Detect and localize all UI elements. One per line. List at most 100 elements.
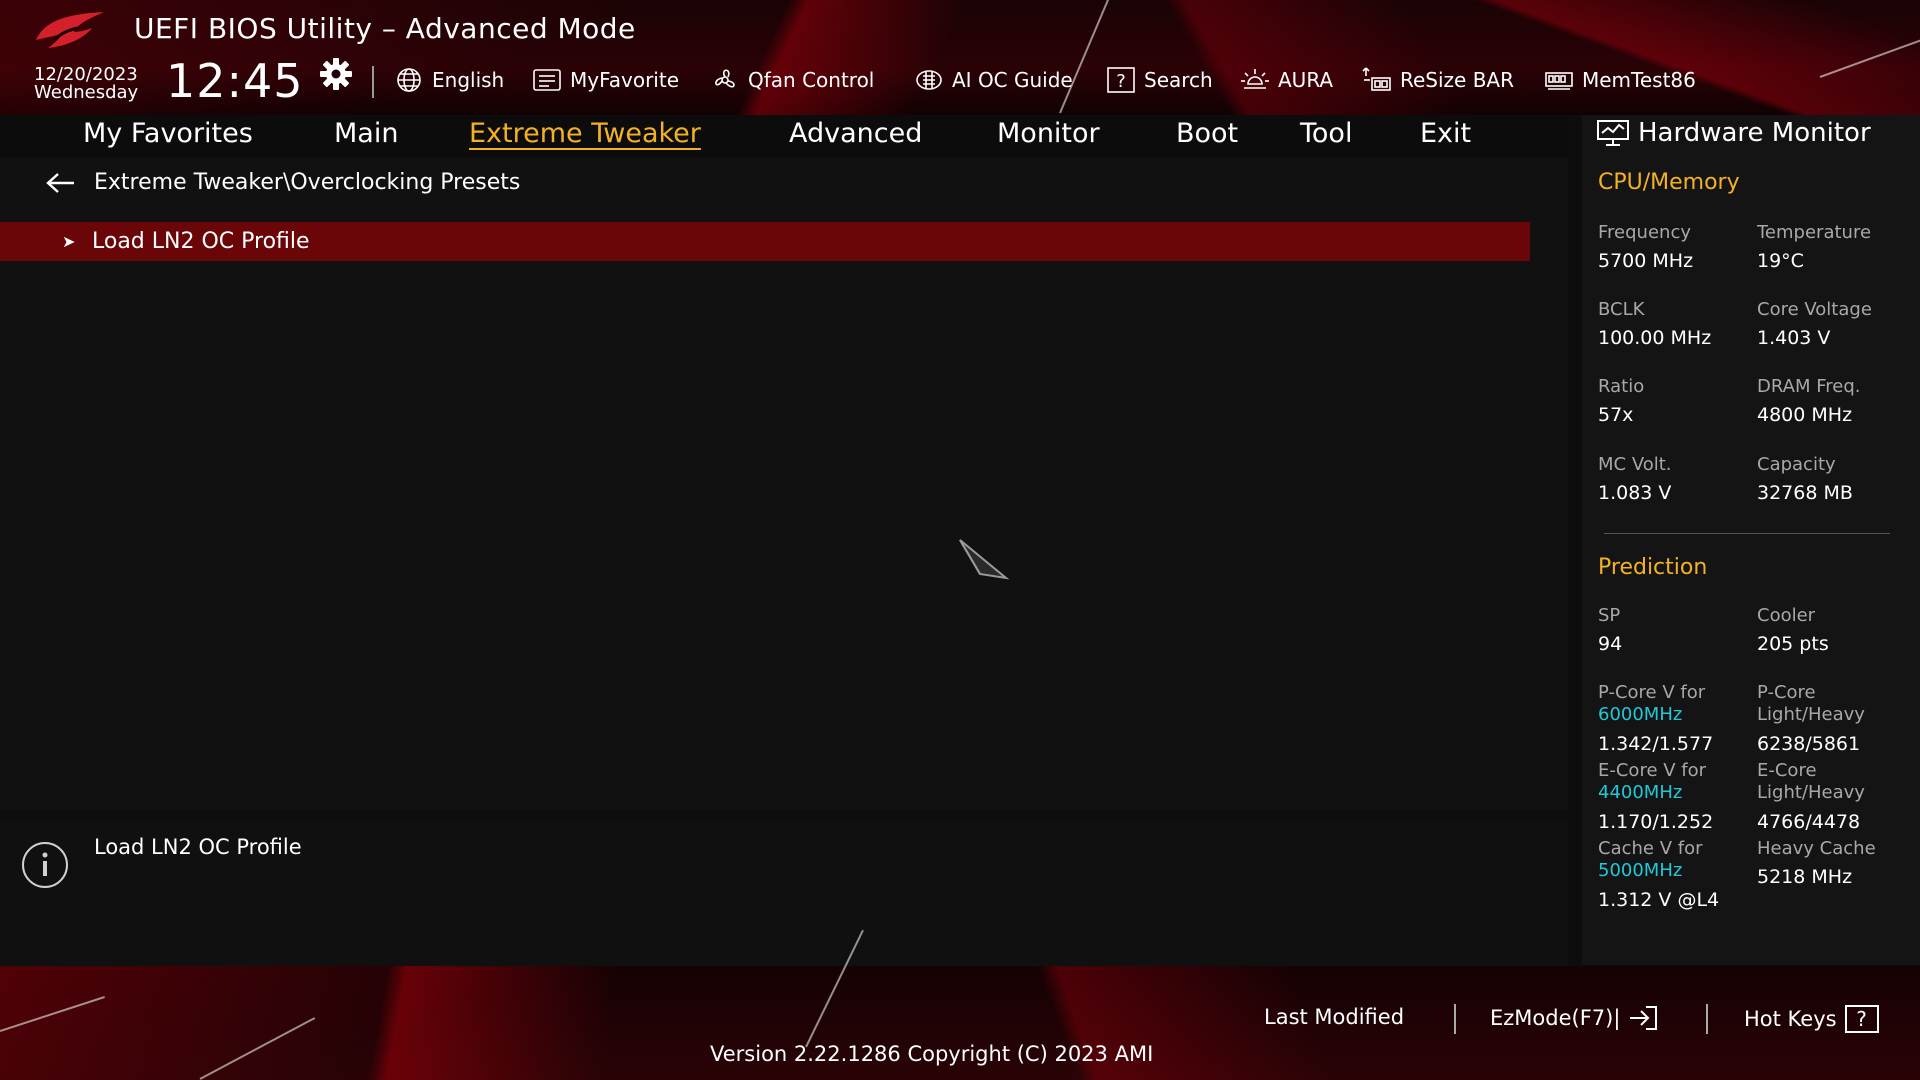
tab-tool[interactable]: Tool [1300,118,1352,149]
heavy-cache-value: 5218 MHz [1757,866,1853,888]
core-voltage-value: 1.403 V [1757,327,1831,349]
resize-bar-icon [1362,67,1391,91]
temperature-label: Temperature [1757,222,1872,243]
memory-module-icon [1545,72,1573,90]
menu-item-label: Load LN2 OC Profile [92,229,310,254]
page-title: UEFI BIOS Utility – Advanced Mode [134,12,636,45]
clock[interactable]: 12:45 [166,56,304,106]
section-divider [1604,533,1890,534]
tool-myfavorite[interactable]: MyFavorite [532,64,679,96]
tool-qfan-control[interactable]: Qfan Control [710,64,874,96]
ecore-light-heavy-value: 4766/4478 [1757,811,1861,833]
capacity-label: Capacity [1757,454,1836,475]
tab-my-favorites[interactable]: My Favorites [83,118,253,149]
pcore-label-line1: P-Core [1757,682,1816,703]
sp-value: 94 [1598,633,1623,655]
breadcrumb: Extreme Tweaker\Overclocking Presets [44,170,520,195]
hardware-monitor-title: Hardware Monitor [1596,118,1871,148]
tool-search[interactable]: ? Search [1106,64,1213,96]
help-description: Load LN2 OC Profile [94,835,302,859]
bclk-label: BCLK [1598,299,1645,320]
ecore-v-label: E-Core V for 4400MHz [1598,760,1706,804]
weekday-text: Wednesday [34,82,139,103]
tab-extreme-tweaker[interactable]: Extreme Tweaker [469,118,701,149]
ai-chip-icon [916,70,942,90]
frequency-label: Frequency [1598,222,1691,243]
question-box-icon: ? [1844,1005,1879,1033]
tab-boot[interactable]: Boot [1176,118,1238,149]
svg-text:?: ? [1116,71,1126,92]
tab-main[interactable]: Main [334,118,398,149]
last-modified-button[interactable]: Last Modified [1264,1005,1404,1029]
pcore-v-frequency: 6000MHz [1598,704,1683,725]
breadcrumb-path: Extreme Tweaker\Overclocking Presets [94,170,521,195]
mc-volt-label: MC Volt. [1598,454,1672,475]
tool-aura[interactable]: AURA [1240,64,1333,96]
tab-exit[interactable]: Exit [1420,118,1471,149]
tab-advanced[interactable]: Advanced [789,118,922,149]
tab-monitor[interactable]: Monitor [997,118,1100,149]
cooler-label: Cooler [1757,605,1816,626]
globe-icon [397,68,421,92]
pcore-v-value: 1.342/1.577 [1598,733,1714,755]
version-text: Version 2.22.1286 Copyright (C) 2023 AMI [710,1042,1154,1066]
tool-memtest86[interactable]: MemTest86 [1544,64,1696,96]
cache-v-frequency: 5000MHz [1598,860,1683,881]
ecore-label-line1: E-Core [1757,760,1817,781]
footer-divider [1706,1004,1708,1034]
ecore-v-value: 1.170/1.252 [1598,811,1714,833]
cooler-value: 205 pts [1757,633,1829,655]
favorite-icon [533,69,561,91]
cache-v-label: Cache V for 5000MHz [1598,838,1702,882]
hardware-monitor-label: Hardware Monitor [1638,118,1871,148]
monitor-icon [1597,120,1629,146]
back-arrow-icon[interactable] [44,171,78,195]
pcore-light-heavy-value: 6238/5861 [1757,733,1861,755]
mouse-pointer-icon [959,539,1010,580]
frequency-value: 5700 MHz [1598,250,1694,272]
ecore-label-line2: Light/Heavy [1757,782,1865,803]
menu-item-load-ln2-oc-profile[interactable]: ➤ Load LN2 OC Profile [0,222,1530,261]
ratio-value: 57x [1598,404,1634,426]
pcore-light-heavy-label: P-Core Light/Heavy [1757,682,1865,726]
ratio-label: Ratio [1598,376,1645,397]
gear-icon[interactable] [318,56,354,92]
aura-light-icon [1241,69,1269,89]
cache-v-label-text: Cache V for [1598,838,1703,859]
info-icon [22,842,68,888]
date-display: 12/20/2023 Wednesday [34,66,138,102]
dram-freq-value: 4800 MHz [1757,404,1853,426]
last-modified-label: Last Modified [1264,1005,1405,1029]
tool-english[interactable]: English [394,64,504,96]
sp-label: SP [1598,605,1621,626]
submenu-arrow-icon: ➤ [62,232,76,251]
tool-resize-bar[interactable]: ReSize BAR [1362,64,1514,96]
tool-label: MemTest86 [1582,68,1696,92]
ecore-v-label-text: E-Core V for [1598,760,1707,781]
hot-keys-button[interactable]: Hot Keys ? [1744,1005,1879,1033]
hot-keys-label: Hot Keys [1744,1007,1837,1031]
cpu-memory-heading: CPU/Memory [1598,170,1740,195]
pcore-v-label: P-Core V for 6000MHz [1598,682,1705,726]
ezmode-label: EzMode(F7)| [1490,1006,1621,1030]
rog-logo [36,12,104,48]
heavy-cache-label: Heavy Cache [1757,838,1876,859]
toolbar-divider [372,66,374,98]
tool-label: Search [1144,68,1213,92]
ezmode-button[interactable]: EzMode(F7)| [1490,1005,1658,1031]
pcore-label-line2: Light/Heavy [1757,704,1865,725]
tool-label: English [432,68,505,92]
cache-v-value: 1.312 V @L4 [1598,889,1720,911]
core-voltage-label: Core Voltage [1757,299,1872,320]
temperature-value: 19°C [1757,250,1804,272]
prediction-heading: Prediction [1598,555,1708,580]
question-box-icon: ? [1107,67,1135,93]
tool-label: ReSize BAR [1400,68,1515,92]
capacity-value: 32768 MB [1757,482,1853,504]
tool-ai-oc-guide[interactable]: AI OC Guide [914,64,1073,96]
ecore-v-frequency: 4400MHz [1598,782,1683,803]
tool-label: AI OC Guide [952,68,1073,92]
ecore-light-heavy-label: E-Core Light/Heavy [1757,760,1865,804]
pcore-v-label-text: P-Core V for [1598,682,1706,703]
footer-divider [1454,1004,1456,1034]
